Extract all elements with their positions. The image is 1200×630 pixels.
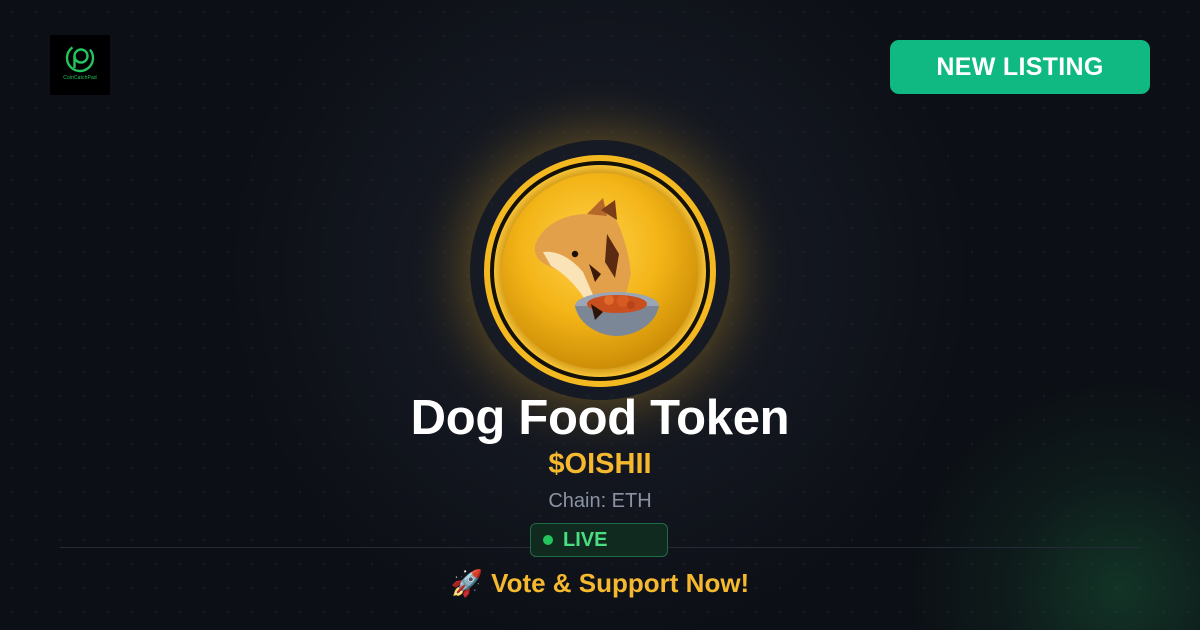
cta-label: Vote & Support Now! xyxy=(491,568,750,598)
token-symbol: $OISHII xyxy=(548,448,652,480)
brand-logo: CoinCatchPad xyxy=(50,35,110,95)
token-name: Dog Food Token xyxy=(410,391,790,445)
dog-food-coin-icon xyxy=(484,155,716,387)
token-chain: Chain: ETH xyxy=(548,490,652,512)
brand-name: CoinCatchPad xyxy=(63,75,97,81)
live-status-label: LIVE xyxy=(563,528,608,551)
vote-support-cta[interactable]: 🚀 Vote & Support Now! xyxy=(0,568,1200,599)
rocket-icon: 🚀 xyxy=(450,568,484,598)
coin-c-icon xyxy=(65,43,95,73)
live-status-badge: LIVE xyxy=(530,523,668,557)
new-listing-badge: NEW LISTING xyxy=(890,40,1150,94)
live-dot-icon xyxy=(543,535,553,545)
